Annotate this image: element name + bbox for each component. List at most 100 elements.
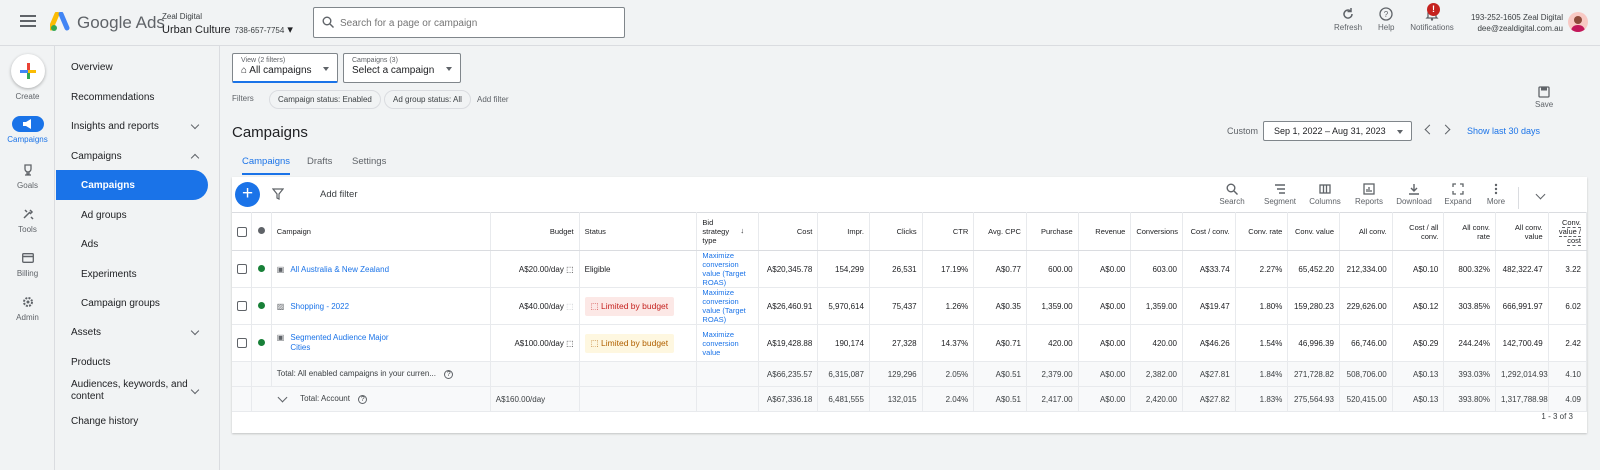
prev-period-icon[interactable] (1424, 124, 1435, 135)
col-conv-value[interactable]: Conv. value (1287, 212, 1340, 251)
table-row[interactable]: ▨ Shopping - 2022 A$40.00/day ⬚ ⬚ Limited… (232, 287, 1588, 325)
caret-down-icon: ▾ (287, 24, 293, 36)
col-conv-value-cost[interactable]: Conv. value / cost (1548, 212, 1588, 251)
col-revenue[interactable]: Revenue (1078, 212, 1132, 251)
status-badge[interactable]: ⬚ Limited by budget (584, 333, 675, 353)
filter-chip-campaign-status[interactable]: Campaign status: Enabled (269, 90, 381, 109)
campaign-link[interactable]: Shopping - 2022 (290, 302, 349, 311)
col-impr[interactable]: Impr. (817, 212, 870, 251)
nav-overview[interactable]: Overview (56, 52, 208, 82)
col-conv-rate[interactable]: Conv. rate (1235, 212, 1289, 251)
filter-chip-ad-group-status[interactable]: Ad group status: All (384, 90, 471, 109)
segment-button[interactable]: Segment (1260, 183, 1300, 206)
status-dot-enabled[interactable] (257, 338, 265, 346)
row-checkbox[interactable] (237, 338, 247, 348)
nav-audiences[interactable]: Audiences, keywords, and content (56, 376, 208, 406)
campaign-link[interactable]: Segmented Audience Major Cities (290, 333, 390, 353)
chevron-down-icon[interactable] (1535, 189, 1546, 200)
user-account[interactable]: 193-252-1605 Zeal Digital dee@zealdigita… (1468, 12, 1563, 34)
refresh-button[interactable]: Refresh (1334, 7, 1362, 32)
date-range-picker[interactable]: Sep 1, 2022 – Aug 31, 2023 (1263, 121, 1412, 141)
campaign-selector[interactable]: Campaigns (3) Select a campaign (343, 53, 461, 83)
help-button[interactable]: ? Help (1378, 7, 1394, 32)
status-dot-enabled[interactable] (257, 301, 265, 309)
nav-campaigns[interactable]: Campaigns (56, 141, 208, 171)
chevron-down-icon[interactable] (277, 392, 288, 403)
tab-drafts[interactable]: Drafts (307, 150, 332, 175)
account-switcher[interactable]: Zeal Digital Urban Culture 738-657-7754 ▾ (162, 12, 293, 36)
col-cost-all-conv[interactable]: Cost / all conv. (1392, 212, 1445, 251)
search-tool-button[interactable]: Search (1217, 183, 1247, 206)
show-last-30-days-link[interactable]: Show last 30 days (1467, 126, 1540, 136)
col-ctr[interactable]: CTR (922, 212, 975, 251)
search-box[interactable] (313, 7, 625, 38)
tab-campaigns[interactable]: Campaigns (242, 150, 291, 175)
expand-button[interactable]: Expand (1442, 183, 1474, 206)
rail-tools[interactable]: Tools (0, 206, 55, 234)
col-budget[interactable]: Budget (490, 212, 580, 251)
campaign-link[interactable]: All Australia & New Zealand (290, 265, 389, 274)
chart-icon[interactable]: ⬚ (566, 302, 574, 311)
rail-admin[interactable]: Admin (0, 294, 55, 322)
col-status[interactable]: Status (579, 212, 698, 251)
col-avg-cpc[interactable]: Avg. CPC (973, 212, 1027, 251)
row-checkbox[interactable] (237, 264, 247, 274)
reports-button[interactable]: Reports (1352, 183, 1386, 206)
table-add-filter[interactable]: Add filter (320, 189, 358, 200)
nav-campaigns-sub[interactable]: Campaigns (56, 170, 208, 200)
col-bid-strategy[interactable]: Bid strategy type ↓ (696, 212, 760, 251)
help-icon[interactable]: ? (444, 370, 454, 379)
search-input[interactable] (340, 14, 610, 32)
select-all-checkbox[interactable] (237, 226, 247, 237)
table-row[interactable]: ▣ Segmented Audience Major Cities A$100.0… (232, 324, 1588, 362)
nav-experiments[interactable]: Experiments (56, 259, 208, 289)
col-all-conv-value[interactable]: All conv. value (1495, 212, 1549, 251)
avatar[interactable] (1568, 12, 1588, 32)
col-conversions[interactable]: Conversions (1130, 212, 1183, 251)
bid-strategy-link[interactable]: Maximize conversion value (Target ROAS) (702, 251, 753, 287)
download-button[interactable]: Download (1394, 183, 1434, 206)
more-button[interactable]: More (1484, 183, 1508, 206)
bid-strategy-link[interactable]: Maximize conversion value (702, 330, 753, 357)
view-selector[interactable]: View (2 filters) ⌂ All campaigns (232, 53, 338, 83)
help-icon[interactable]: ? (358, 395, 368, 404)
add-campaign-button[interactable]: + (235, 182, 260, 207)
nav-assets[interactable]: Assets (56, 317, 208, 347)
add-filter-link[interactable]: Add filter (477, 95, 509, 104)
nav-change-history[interactable]: Change history (56, 406, 208, 436)
chart-icon[interactable]: ⬚ (566, 265, 574, 274)
impr-cell: 190,174 (817, 324, 870, 362)
tab-settings[interactable]: Settings (352, 150, 386, 175)
table-row[interactable]: ▣ All Australia & New Zealand A$20.00/day… (232, 250, 1588, 288)
rail-billing[interactable]: Billing (0, 250, 55, 278)
conv-rate-cell: 1.80% (1235, 287, 1289, 325)
notifications-button[interactable]: ! Notifications (1409, 3, 1455, 32)
chart-icon[interactable]: ⬚ (566, 339, 574, 348)
rail-goals[interactable]: Goals (0, 162, 55, 190)
next-period-icon[interactable] (1440, 124, 1451, 135)
col-cost[interactable]: Cost (758, 212, 819, 251)
nav-ad-groups[interactable]: Ad groups (56, 200, 208, 230)
col-all-conv[interactable]: All conv. (1339, 212, 1393, 251)
row-checkbox[interactable] (237, 301, 247, 311)
chevron-down-icon (190, 120, 200, 130)
status-badge[interactable]: ⬚ Limited by budget (584, 296, 675, 316)
nav-ads[interactable]: Ads (56, 229, 208, 259)
rail-campaigns[interactable]: Campaigns (0, 116, 55, 144)
col-purchase[interactable]: Purchase (1026, 212, 1079, 251)
create-button[interactable]: Create (0, 54, 55, 101)
filter-icon[interactable] (272, 188, 284, 200)
nav-recommendations[interactable]: Recommendations (56, 82, 208, 112)
menu-icon[interactable] (20, 15, 36, 29)
nav-insights[interactable]: Insights and reports (56, 111, 208, 141)
nav-campaign-groups[interactable]: Campaign groups (56, 288, 208, 318)
columns-button[interactable]: Columns (1307, 183, 1343, 206)
col-all-conv-rate[interactable]: All conv. rate (1443, 212, 1496, 251)
bid-strategy-link[interactable]: Maximize conversion value (Target ROAS) (702, 288, 753, 324)
col-cost-conv[interactable]: Cost / conv. (1182, 212, 1236, 251)
col-campaign[interactable]: Campaign (271, 212, 491, 251)
nav-products[interactable]: Products (56, 347, 208, 377)
save-button[interactable]: Save (1535, 86, 1553, 109)
col-clicks[interactable]: Clicks (869, 212, 923, 251)
status-dot-enabled[interactable] (257, 264, 265, 272)
